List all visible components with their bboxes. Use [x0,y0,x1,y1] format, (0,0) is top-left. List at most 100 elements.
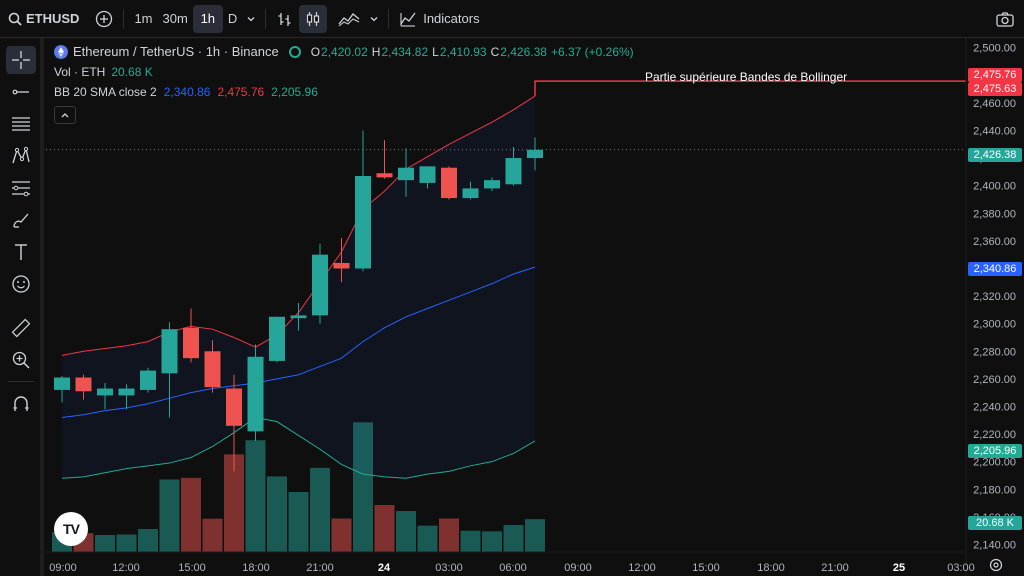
candle-body [161,329,178,374]
candle-body [290,315,307,319]
candle-body [376,173,393,178]
eth-logo-icon [54,44,68,59]
bb-lower-price-label: 2,205.96 [968,444,1022,458]
volume-bar [267,476,287,552]
volume-bar [310,467,330,552]
bollinger-annotation[interactable]: Partie supérieure Bandes de Bollinger [645,70,847,84]
candle-body [419,166,436,183]
ohlc-open-label: O [310,44,321,59]
ohlc-open: 2,420.02 [321,44,368,59]
candle-body [226,388,242,426]
bb-label: BB 20 SMA close 2 [54,85,157,99]
market-status-dot [288,45,301,58]
candle-body [505,158,522,185]
candle-body [398,167,414,181]
y-tick-label: 2,140.00 [973,539,1016,551]
volume-bar [482,531,502,552]
volume-bar [439,518,459,552]
gear-icon [989,558,1003,572]
x-tick-label: 21:00 [821,562,849,574]
y-tick-label: 2,260.00 [973,374,1016,386]
volume-value: 20.68 K [111,65,153,79]
volume-bar [95,535,115,552]
volume-bar [417,525,438,552]
chevron-up-icon [60,111,70,119]
ohlc-high: 2,434.82 [381,44,429,59]
candle-body [333,262,350,269]
volume-bar [503,525,524,552]
y-tick-label: 2,320.00 [973,291,1016,303]
volume-bar [525,519,545,552]
bb-upper-price-label-2: 2,475.63 [968,82,1022,96]
candle-body [140,370,156,390]
bb-upper-price-label: 2,475.76 [968,68,1022,82]
x-tick-label: 15:00 [692,562,720,574]
volume-bar [331,518,352,552]
volume-legend[interactable]: Vol · ETH 20.68 K [54,65,153,79]
volume-bar [116,534,137,552]
last-price-label: 2,426.38 [968,148,1022,162]
y-tick-label: 2,380.00 [973,208,1016,220]
bb-legend[interactable]: BB 20 SMA close 2 2,340.86 2,475.76 2,20… [54,85,318,99]
volume-bar [181,477,201,552]
y-tick-label: 2,300.00 [973,319,1016,331]
ohlc-change: +6.37 (+0.26%) [550,44,634,59]
x-tick-label: 06:00 [499,562,527,574]
candle-body [484,180,500,189]
candle-body [183,327,199,359]
candle-body [355,176,371,269]
y-tick-label: 2,180.00 [973,484,1016,496]
x-tick-label: 09:00 [564,562,592,574]
y-tick-label: 2,280.00 [973,346,1016,358]
bb-basis-price-label: 2,340.86 [968,262,1022,276]
volume-bar [138,528,158,552]
ohlc-close: 2,426.38 [500,44,547,59]
y-tick-label: 2,460.00 [973,98,1016,110]
candle-body [75,377,92,392]
tv-logo-text: TV [63,521,80,537]
ohlc-close-label: C [490,44,500,59]
candle-body [462,188,479,199]
y-tick-label: 2,240.00 [973,401,1016,413]
y-tick-label: 2,500.00 [973,43,1016,55]
volume-bar [396,511,416,552]
x-tick-label: 15:00 [178,562,206,574]
x-tick-label: 12:00 [628,562,656,574]
symbol-title[interactable]: Ethereum / TetherUS · 1h · Binance [73,44,279,59]
x-tick-label: 18:00 [242,562,270,574]
y-tick-label: 2,200.00 [973,457,1016,469]
tradingview-logo[interactable]: TV [54,512,88,546]
x-tick-label: 24 [378,562,391,574]
bb-lower-value: 2,205.96 [271,85,318,99]
symbol-legend: Ethereum / TetherUS · 1h · Binance O 2,4… [54,44,634,59]
x-tick-label: 09:00 [49,562,77,574]
candle-body [97,388,113,396]
x-tick-label: 18:00 [757,562,785,574]
x-tick-label: 25 [893,562,905,574]
collapse-legend-button[interactable] [54,106,76,124]
candle-body [54,377,70,390]
candle-body [247,356,264,432]
y-tick-label: 2,360.00 [973,236,1016,248]
volume-bar [374,505,395,552]
x-tick-label: 03:00 [947,562,975,574]
chart-settings-button[interactable] [986,556,1006,574]
y-tick-label: 2,220.00 [973,429,1016,441]
ohlc-low-label: L [432,44,439,59]
candle-body [118,388,135,396]
bb-upper-value: 2,475.76 [217,85,265,99]
candle-body [269,316,285,361]
bb-band-fill [62,95,535,479]
volume-bar [288,491,309,552]
volume-bar [353,422,373,552]
x-tick-label: 21:00 [306,562,334,574]
candle-body [312,254,328,316]
candle-body [441,167,457,199]
x-tick-label: 03:00 [435,562,463,574]
y-tick-label: 2,440.00 [973,125,1016,137]
volume-bar [159,479,180,552]
ohlc-high-label: H [371,44,381,59]
candle-body [527,149,543,159]
volume-bar [245,440,266,552]
candle-body [204,351,221,388]
